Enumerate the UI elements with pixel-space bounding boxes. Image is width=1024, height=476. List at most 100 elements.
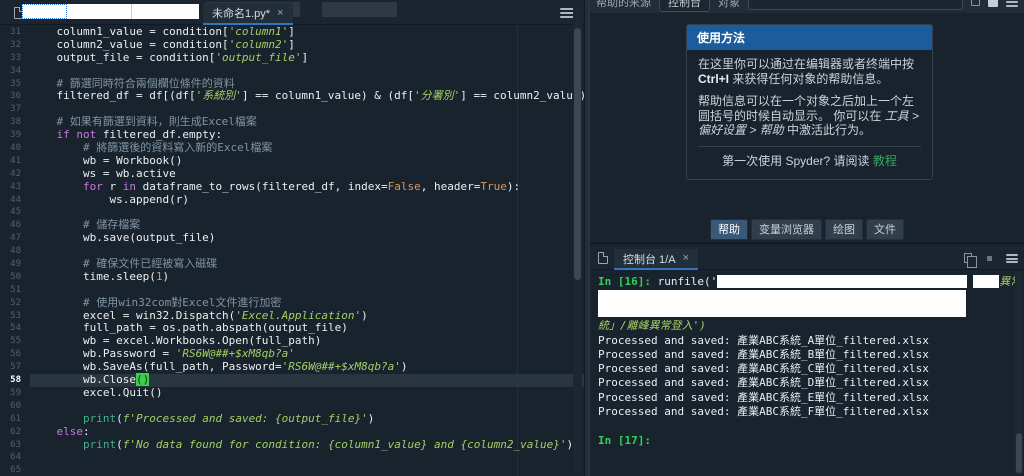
editor-tab-untitled[interactable]: 未命名1.py* × — [203, 3, 293, 25]
code-line-text: output_file = condition['output_file'] — [30, 52, 584, 65]
line-number: 43 — [0, 181, 30, 194]
code-line-text: filtered_df = df[(df['系統別'] == column1_v… — [30, 90, 584, 103]
line-number: 52 — [0, 297, 30, 310]
usage-paragraph-1: 在这里你可以通过在编辑器或者终端中按 Ctrl+I 来获得任何对象的帮助信息。 — [698, 57, 921, 86]
code-line: 64 — [0, 451, 584, 464]
editor-scrollbar-thumb[interactable] — [574, 28, 581, 280]
console-scrollbar-thumb[interactable] — [1016, 433, 1022, 473]
usage-paragraph-2: 帮助信息可以在一个对象之后加上一个左圆括号的时候自动显示。 你可以在 工具 > … — [698, 94, 921, 138]
browse-tabs-icon[interactable] — [598, 252, 608, 264]
help-object-input[interactable] — [748, 0, 963, 10]
help-source-combo[interactable]: 控制台 — [659, 0, 710, 12]
code-line-text: ws.append(r) — [30, 194, 584, 207]
code-line-text: excel.Quit() — [30, 387, 584, 400]
code-line: 63 print(f'No data found for condition: … — [0, 439, 584, 452]
window-icon[interactable] — [988, 0, 998, 7]
pane-tab-inactive[interactable]: 变量浏览器 — [751, 219, 822, 240]
runfile-continuation: 統」/離峰異常登入') — [598, 319, 1024, 333]
console-output-line: Processed and saved: 產業ABC系統_A單位_filtere… — [598, 334, 1024, 348]
line-number: 45 — [0, 206, 30, 219]
spyder-window: 未命名1.py* × 31 column1_value = condition[… — [0, 0, 1024, 476]
redaction-box-tabbar — [22, 4, 199, 19]
line-number: 57 — [0, 361, 30, 374]
help-options-menu-icon[interactable] — [1006, 0, 1018, 7]
redaction-box-small — [973, 275, 999, 288]
tutorial-link[interactable]: 教程 — [873, 154, 897, 168]
close-icon[interactable]: × — [683, 253, 689, 264]
usage-tutorial: 第一次使用 Spyder? 请阅读 教程 — [698, 154, 921, 171]
code-line: 33 output_file = condition['output_file'… — [0, 52, 584, 65]
line-number: 51 — [0, 284, 30, 297]
line-number: 32 — [0, 39, 30, 52]
code-line-text: print(f'No data found for condition: {co… — [30, 439, 584, 452]
console-output-line: Processed and saved: 產業ABC系統_D單位_filtere… — [598, 376, 1024, 390]
code-line: 65 — [0, 464, 584, 476]
line-number: 35 — [0, 78, 30, 91]
ghost-tab-2 — [322, 2, 397, 17]
code-line-text: time.sleep(1) — [30, 271, 584, 284]
kbd-ctrl-i: Ctrl+I — [698, 72, 729, 86]
in16-prompt: In [16]: — [598, 275, 658, 288]
help-source-label: 帮助的来源 — [596, 0, 651, 10]
help-toolbar: 帮助的来源 控制台 对象 — [590, 0, 1024, 13]
runfile-call: runfile(' — [658, 275, 718, 288]
help-object-label: 对象 — [718, 0, 740, 10]
code-line-text — [30, 451, 584, 464]
editor-tab-bar: 未命名1.py* × — [0, 0, 584, 25]
line-number: 36 — [0, 90, 30, 103]
line-number: 59 — [0, 387, 30, 400]
console-output-line: Processed and saved: 產業ABC系統_B單位_filtere… — [598, 348, 1024, 362]
code-line: 47 wb.save(output_file) — [0, 232, 584, 245]
line-number: 63 — [0, 439, 30, 452]
code-line: 44 ws.append(r) — [0, 194, 584, 207]
line-number: 62 — [0, 426, 30, 439]
redaction-box-path — [717, 275, 967, 288]
line-number: 55 — [0, 335, 30, 348]
lock-icon[interactable] — [971, 0, 980, 6]
usage-box: 使用方法 在这里你可以通过在编辑器或者终端中按 Ctrl+I 来获得任何对象的帮… — [686, 24, 933, 180]
right-column: 帮助的来源 控制台 对象 使用方法 在这里你可以通过在编辑器或者终端中按 Ctr… — [590, 0, 1024, 476]
code-line-text: wb.save(output_file) — [30, 232, 584, 245]
redaction-focus-border — [22, 4, 67, 19]
code-line-text: print(f'Processed and saved: {output_fil… — [30, 413, 584, 426]
editor-tab-label: 未命名1.py* — [212, 5, 270, 21]
usage-divider — [698, 146, 921, 147]
line-number: 37 — [0, 103, 30, 116]
pane-tab-active[interactable]: 帮助 — [710, 219, 748, 240]
code-line: 59 excel.Quit() — [0, 387, 584, 400]
editor-options-menu-icon[interactable] — [560, 8, 574, 18]
line-number: 44 — [0, 194, 30, 207]
line-number: 58 — [0, 374, 30, 387]
line-number: 49 — [0, 258, 30, 271]
pane-tab-inactive[interactable]: 绘图 — [825, 219, 863, 240]
line-number: 54 — [0, 322, 30, 335]
line-number: 60 — [0, 400, 30, 413]
line-number: 53 — [0, 310, 30, 323]
console-pane: 控制台 1/A × In [16]: runfile('異常 統」/離峰異常登入… — [590, 246, 1024, 476]
line-number: 33 — [0, 52, 30, 65]
code-editor[interactable]: 31 column1_value = condition['column1']3… — [0, 26, 584, 476]
pane-tab-inactive[interactable]: 文件 — [866, 219, 904, 240]
console-tab-label: 控制台 1/A — [623, 251, 676, 267]
ipython-console[interactable]: In [16]: runfile('異常 統」/離峰異常登入') Process… — [590, 270, 1024, 476]
console-input-line: In [16]: runfile('異常 — [598, 275, 1024, 289]
line-number: 50 — [0, 271, 30, 284]
line-number: 64 — [0, 451, 30, 464]
console-tab[interactable]: 控制台 1/A × — [614, 249, 698, 270]
line-number: 65 — [0, 464, 30, 476]
line-number: 41 — [0, 155, 30, 168]
code-line: 36 filtered_df = df[(df['系統別'] == column… — [0, 90, 584, 103]
console-options-menu-icon[interactable] — [1006, 254, 1018, 263]
line-number: 56 — [0, 348, 30, 361]
close-icon[interactable]: × — [277, 8, 283, 19]
stop-icon[interactable] — [987, 256, 992, 261]
console-output: Processed and saved: 產業ABC系統_A單位_filtere… — [598, 334, 1024, 420]
code-line-text — [30, 464, 584, 476]
line-number: 47 — [0, 232, 30, 245]
line-number: 38 — [0, 116, 30, 129]
editor-scrollbar[interactable] — [573, 2, 582, 474]
redaction-separator — [131, 4, 132, 19]
usage-title: 使用方法 — [687, 25, 932, 50]
copy-icon[interactable] — [964, 253, 972, 263]
console-scrollbar[interactable] — [1015, 272, 1023, 475]
